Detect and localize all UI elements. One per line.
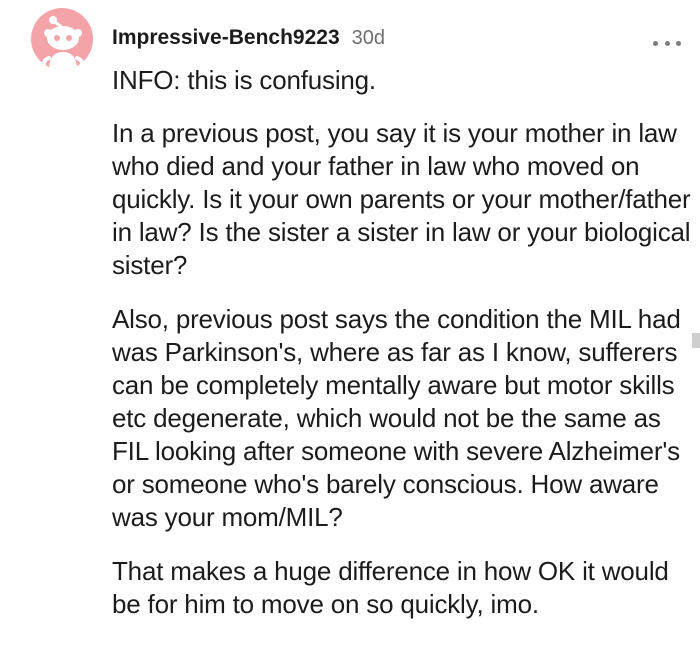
comment-header: Impressive-Bench9223 30d (112, 26, 385, 56)
username[interactable]: Impressive-Bench9223 (112, 26, 340, 50)
comment-paragraph: In a previous post, you say it is your m… (112, 118, 691, 280)
comment-paragraph: INFO: this is confusing. (112, 65, 376, 95)
ellipsis-icon (664, 40, 670, 46)
avatar[interactable] (31, 8, 93, 70)
more-options-button[interactable] (653, 38, 681, 48)
comment: Impressive-Bench9223 30d INFO: this is c… (0, 0, 700, 671)
comment-paragraph: That makes a huge difference in how OK i… (112, 556, 669, 619)
reddit-snoo-icon (41, 16, 85, 70)
comment-paragraph: Also, previous post says the condition t… (112, 304, 681, 532)
comment-body: INFO: this is confusing. In a previous p… (112, 64, 692, 621)
timestamp[interactable]: 30d (352, 27, 385, 50)
ellipsis-icon (676, 40, 681, 46)
scrollbar-thumb[interactable] (692, 333, 700, 348)
ellipsis-icon (653, 40, 658, 46)
